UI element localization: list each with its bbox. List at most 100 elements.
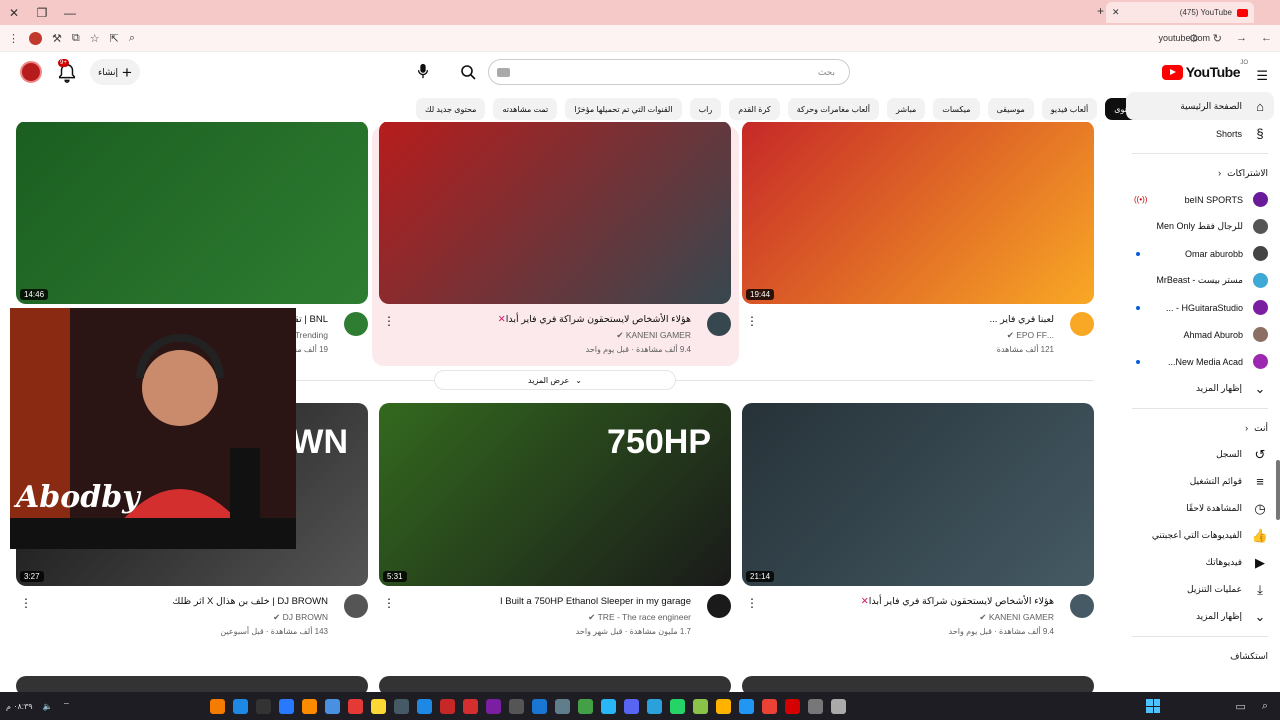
sidebar-item-you-1[interactable]: ≡ قوائم التشغيل [1120,468,1280,495]
video-title[interactable]: لعبنا فري فاير ... [742,304,1054,325]
taskbar-app-icon[interactable] [624,698,639,714]
voice-search-button[interactable] [410,58,436,84]
task-view-icon[interactable]: ▭ [1235,700,1245,713]
chip-1[interactable]: ألعاب فيديو [1041,98,1098,120]
taskbar-app-icon[interactable] [394,698,409,714]
maximize-icon[interactable]: ❐ [28,6,56,20]
taskbar-app-icon[interactable] [210,698,225,714]
chip-3[interactable]: ميكسات [933,98,980,120]
sidebar-item-you-6[interactable]: ⌄ إظهار المزيد [1120,603,1280,630]
sidebar-subscription[interactable]: للرجال فقط Men Only [1120,213,1280,240]
profile-icon[interactable] [29,31,42,45]
sidebar-subscription[interactable]: HGuitaraStudio - ... [1120,294,1280,321]
video-thumbnail[interactable]: 19:44 [742,122,1094,304]
taskbar-app-icon[interactable] [739,698,754,714]
video-thumbnail[interactable]: 750HP 5:31 [379,403,731,586]
bookmark-star-icon[interactable]: ☆ [90,32,100,45]
taskbar-app-icon[interactable] [325,698,340,714]
subscriptions-heading[interactable]: الاشتراكات ‹ [1120,160,1280,186]
taskbar-app-icon[interactable] [785,698,800,714]
video-title[interactable]: هؤلاء الأشخاص لايستحقون شراكة فري فاير أ… [742,586,1054,607]
sidebar-item-home[interactable]: ⌂ الصفحة الرئيسية [1126,92,1274,120]
taskbar-app-icon[interactable] [647,698,662,714]
site-settings-icon[interactable]: ⚙ [1189,32,1199,45]
channel-name[interactable]: TRE - The race engineer ✔ [379,612,691,623]
video-card[interactable]: 19:44 لعبنا فري فاير ... ...EPO FF ✔ 121 أل… [742,122,1094,366]
video-thumbnail[interactable]: 21:14 [742,403,1094,586]
zoom-icon[interactable]: ⌕ [129,32,135,45]
browser-tab[interactable]: ✕ (475) YouTube [1106,2,1254,23]
share-icon[interactable]: ⇱ [110,32,119,45]
video-thumbnail[interactable] [742,676,1094,692]
account-avatar[interactable] [20,61,42,83]
channel-avatar[interactable] [1070,594,1094,618]
channel-avatar[interactable] [707,594,731,618]
channel-avatar[interactable] [344,312,368,336]
sidebar-subscription[interactable]: مستر بيست - MrBeast [1120,267,1280,294]
video-thumbnail[interactable] [379,122,731,304]
minimize-icon[interactable]: — [56,6,84,20]
extension-icon[interactable]: ⚒ [52,32,62,45]
taskbar-app-icon[interactable] [532,698,547,714]
taskbar-app-icon[interactable] [509,698,524,714]
taskbar-app-icon[interactable] [256,698,271,714]
video-title[interactable]: I Built a 750HP Ethanol Sleeper in my ga… [379,586,691,607]
search-input[interactable]: بحث [488,59,850,85]
sidebar-item-you-5[interactable]: ⤓ عمليات التنزيل [1120,576,1280,603]
chip-2[interactable]: موسيقى [987,98,1034,120]
channel-name[interactable]: ...EPO FF ✔ [742,330,1054,341]
puzzle-icon[interactable]: ⧉ [72,32,80,45]
more-actions-icon[interactable]: ⋮ [746,314,758,328]
taskbar-app-icon[interactable] [693,698,708,714]
more-actions-icon[interactable]: ⋮ [383,314,395,328]
video-card[interactable]: 21:14 هؤلاء الأشخاص لايستحقون شراكة فري ف… [742,403,1094,648]
chip-6[interactable]: كرة القدم [729,98,780,120]
sidebar-scrollbar[interactable] [1276,460,1280,520]
taskbar-app-icon[interactable] [463,698,478,714]
show-more-button[interactable]: عرض المزيد ⌄ [434,370,676,390]
taskbar-app-icon[interactable] [371,698,386,714]
new-tab-button[interactable]: + [1097,4,1104,18]
taskbar-app-icon[interactable] [440,698,455,714]
sidebar-subscription[interactable]: Ahmad Aburob [1120,321,1280,348]
back-icon[interactable]: → [1236,32,1247,45]
sidebar-item-you-0[interactable]: ↺ السجل [1120,441,1280,468]
channel-name[interactable]: KANENI GAMER ✔ [742,612,1054,623]
you-heading[interactable]: أنت ‹ [1120,415,1280,441]
taskbar-app-icon[interactable] [233,698,248,714]
taskbar-app-icon[interactable] [486,698,501,714]
close-tab-icon[interactable]: ✕ [1112,7,1120,18]
more-actions-icon[interactable]: ⋮ [383,596,395,610]
create-button[interactable]: إنشاء + [90,59,140,85]
video-title[interactable]: DJ BROWN | خلف بن هذال X اثر ظلك [16,586,328,607]
channel-name[interactable]: KANENI GAMER ✔ [379,330,691,341]
taskbar-app-icon[interactable] [348,698,363,714]
taskbar-app-icon[interactable] [716,698,731,714]
keyboard-icon[interactable] [497,68,510,77]
taskbar-app-icon[interactable] [762,698,777,714]
video-card[interactable]: هؤلاء الأشخاص لايستحقون شراكة فري فاير أ… [379,122,731,366]
video-thumbnail[interactable] [379,676,731,692]
taskbar-app-icon[interactable] [279,698,294,714]
sidebar-item-you-4[interactable]: ▶ فيديوهاتك [1120,549,1280,576]
sidebar-item-you-2[interactable]: ◷ المشاهدة لاحقًا [1120,495,1280,522]
youtube-logo[interactable]: YouTube JO [1161,60,1248,80]
taskbar-app-icon[interactable] [555,698,570,714]
search-button[interactable] [452,59,484,85]
chip-5[interactable]: ألعاب مغامرات وحركة [787,98,880,120]
hamburger-menu-icon[interactable]: ☰ [1256,68,1268,84]
network-icon[interactable]: ⌔ [63,701,71,711]
chip-9[interactable]: تمت مشاهدته [493,98,558,120]
reload-icon[interactable]: ↻ [1213,32,1222,45]
channel-avatar[interactable] [1070,312,1094,336]
taskbar-app-icon[interactable] [417,698,432,714]
sidebar-subscription[interactable]: Omar aburobb [1120,240,1280,267]
video-card[interactable]: 750HP 5:31 I Built a 750HP Ethanol Sleeper… [379,403,731,648]
chip-7[interactable]: راب [689,98,722,120]
sidebar-show-more[interactable]: ⌄ إظهار المزيد [1120,375,1280,402]
browser-menu-icon[interactable]: ⋮ [8,32,19,45]
notifications-button[interactable]: 9+ [56,59,78,84]
video-thumbnail[interactable] [16,676,368,692]
sidebar-item-you-3[interactable]: 👍 الفيديوهات التي أعجبتني [1120,522,1280,549]
forward-icon[interactable]: ← [1261,32,1272,45]
